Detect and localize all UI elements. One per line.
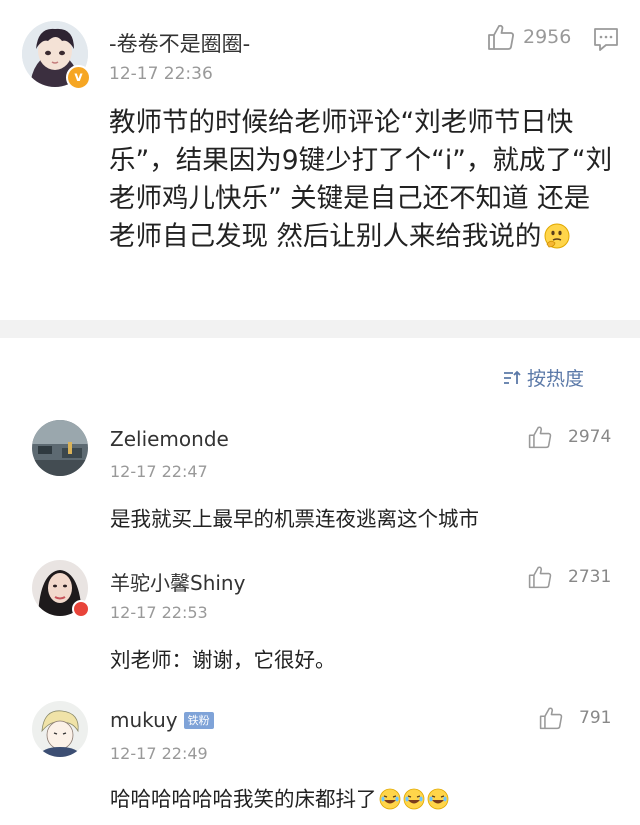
comments-section: 按热度 Zeliemonde 12-17 22:47 是我就买上最早的机票连夜逃… [0,338,640,825]
verified-badge: v [66,65,91,90]
thumbs-up-icon[interactable] [527,564,553,590]
thinking-face-emoji-icon [544,223,570,249]
comment-avatar-zeliemonde[interactable] [32,420,88,476]
comment-avatar-mukuy[interactable] [32,701,88,757]
comment-username[interactable]: mukuy 铁粉 [110,708,214,732]
thumbs-up-icon[interactable] [538,705,564,731]
laughing-emoji-icon [427,788,448,810]
sort-icon [503,370,521,384]
comment-text: 刘老师：谢谢，它很好。 [110,648,336,672]
comment-timestamp: 12-17 22:47 [110,462,208,481]
comment-like-count: 791 [579,708,612,728]
sort-label: 按热度 [526,368,584,390]
fan-badge: 铁粉 [183,712,214,729]
post-author-name[interactable]: -卷卷不是圈圈- [109,28,250,58]
comment-text-content: 哈哈哈哈哈哈我笑的床都抖了 [110,787,377,811]
member-badge [72,600,90,618]
comment-text: 哈哈哈哈哈哈我笑的床都抖了 [110,782,449,812]
post-body-text: 教师节的时候给老师评论“刘老师节日快乐”，结果因为9键少打了个“i”，就成了“刘… [109,107,613,252]
comment-like-count: 2974 [568,427,612,447]
post-timestamp: 12-17 22:36 [109,64,213,84]
comment-like-count: 2731 [568,567,612,587]
comment-timestamp: 12-17 22:53 [110,603,208,622]
thumbs-up-icon[interactable] [486,22,516,52]
comment-username-text: mukuy [110,708,178,732]
thumbs-up-icon[interactable] [527,424,553,450]
post-body: 教师节的时候给老师评论“刘老师节日快乐”，结果因为9键少打了个“i”，就成了“刘… [109,104,614,256]
comment-username[interactable]: 羊驼小馨Shiny [110,567,245,596]
comment-icon[interactable] [592,26,620,52]
sort-by-hot-button[interactable]: 按热度 [503,364,584,391]
comment-timestamp: 12-17 22:49 [110,744,208,763]
comment-text: 是我就买上最早的机票连夜逃离这个城市 [110,507,479,531]
original-post: v -卷卷不是圈圈- 12-17 22:36 2956 教师节的时候给老师评论“… [0,0,640,320]
post-like-count: 2956 [523,26,572,48]
laughing-emoji-icon [403,788,424,810]
comment-username[interactable]: Zeliemonde [110,427,229,451]
laughing-emoji-icon [379,788,400,810]
